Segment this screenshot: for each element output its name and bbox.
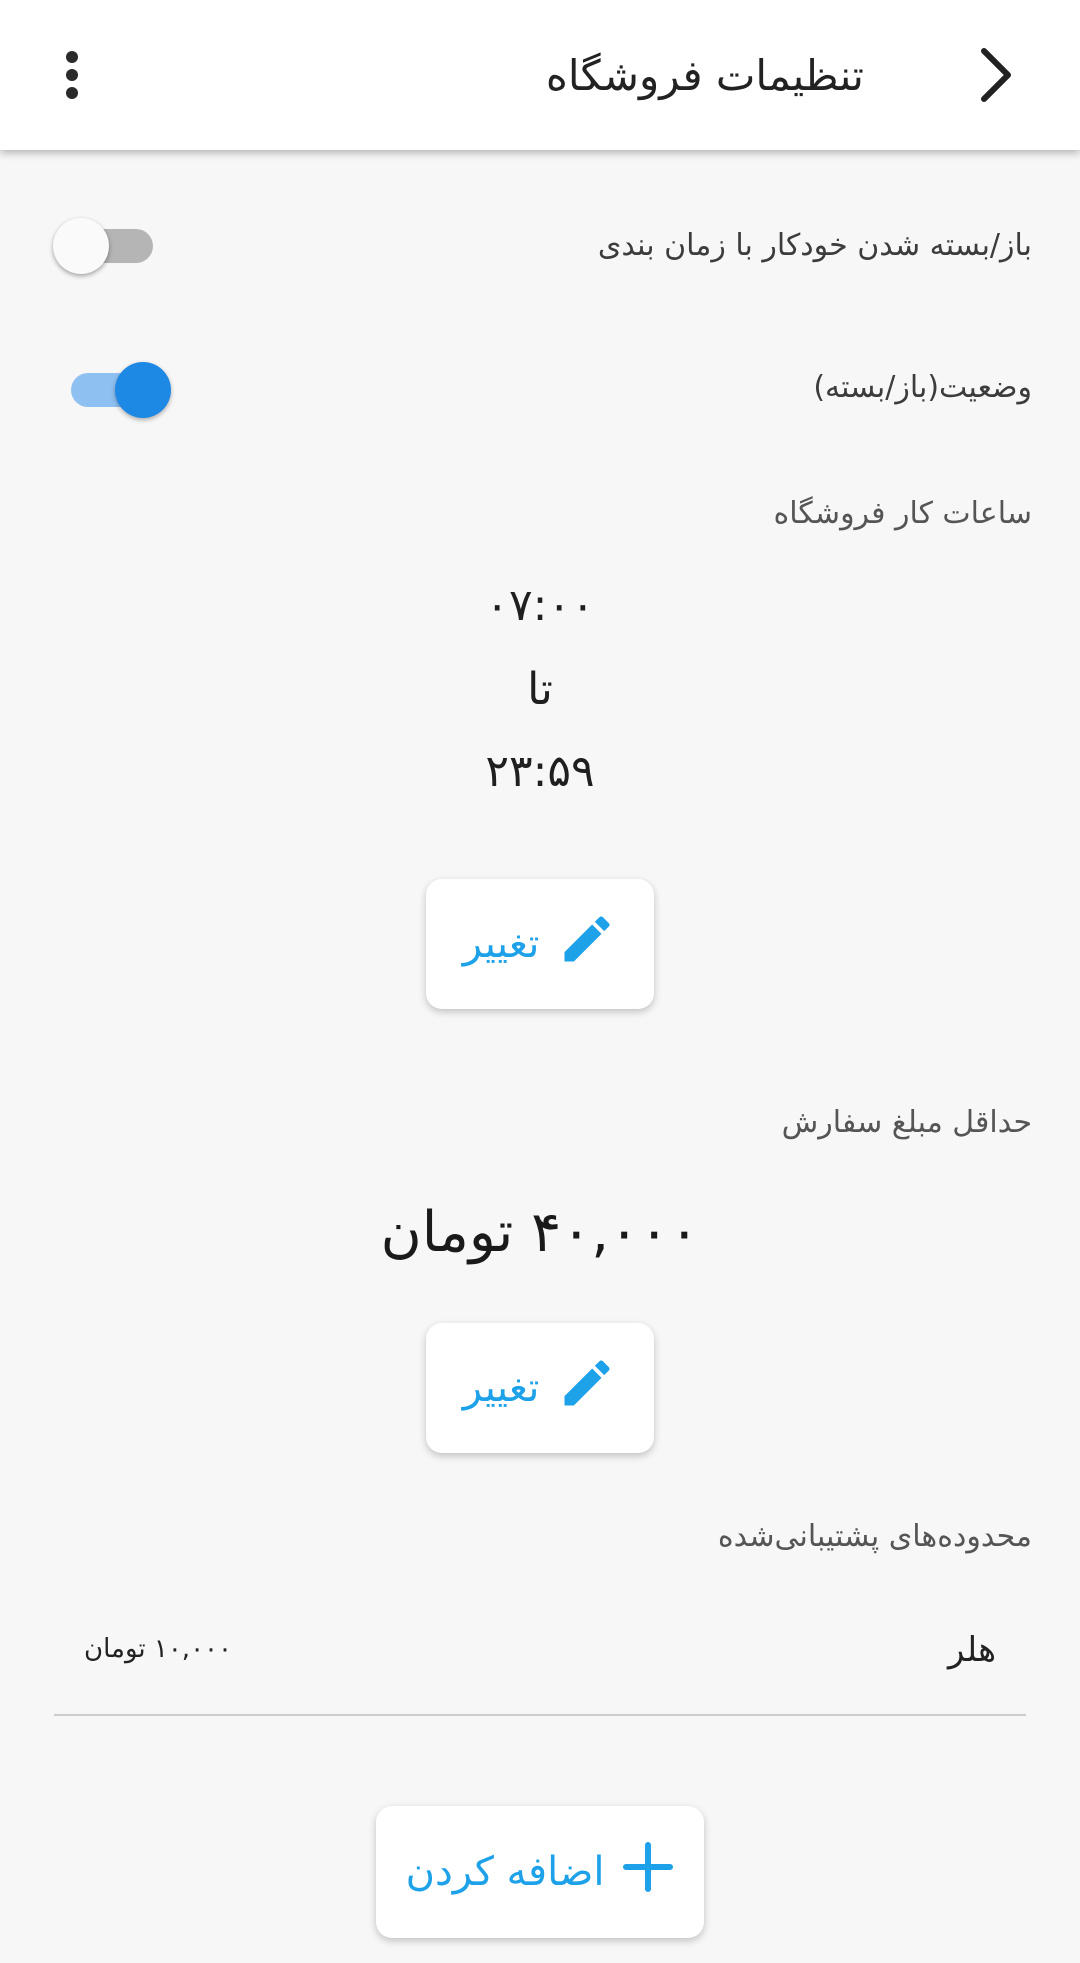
region-delivery-price: ۱۰,۰۰۰ تومان xyxy=(84,1634,232,1664)
auto-schedule-label: باز/بسته شدن خودکار با زمان بندی xyxy=(597,228,1032,263)
regions-label: محدوده‌های پشتیبانی‌شده xyxy=(717,1519,1032,1554)
hours-separator: تا xyxy=(527,664,553,715)
region-name: هلر xyxy=(948,1630,996,1670)
page-title: تنظیمات فروشگاه xyxy=(545,51,864,100)
store-status-switch[interactable] xyxy=(61,355,171,425)
edit-icon xyxy=(557,1353,617,1423)
app-bar: تنظیمات فروشگاه xyxy=(0,0,1080,150)
hours-from: ۰۷:۰۰ xyxy=(485,580,595,631)
store-status-label: وضعیت(باز/بسته) xyxy=(813,370,1032,405)
plus-icon xyxy=(622,1841,674,1903)
change-hours-button[interactable]: تغییر xyxy=(426,879,654,1009)
back-button[interactable] xyxy=(960,37,1036,113)
auto-schedule-switch[interactable] xyxy=(53,211,163,281)
change-hours-label: تغییر xyxy=(462,921,540,967)
hours-to: ۲۳:۵۹ xyxy=(485,746,595,797)
overflow-menu-button[interactable] xyxy=(44,37,100,113)
chevron-right-icon xyxy=(981,48,1011,102)
divider xyxy=(54,1714,1026,1716)
more-vert-icon xyxy=(66,51,78,63)
min-order-amount: ۴۰,۰۰۰ تومان xyxy=(380,1200,700,1265)
change-min-order-label: تغییر xyxy=(462,1365,540,1411)
min-order-label: حداقل مبلغ سفارش xyxy=(781,1105,1032,1140)
working-hours-label: ساعات کار فروشگاه xyxy=(773,496,1033,531)
list-item[interactable]: هلر ۱۰,۰۰۰ تومان xyxy=(0,1620,1080,1690)
add-region-label: اضافه کردن xyxy=(405,1849,605,1895)
edit-icon xyxy=(557,909,617,979)
add-region-button[interactable]: اضافه کردن xyxy=(376,1806,704,1938)
change-min-order-button[interactable]: تغییر xyxy=(426,1323,654,1453)
